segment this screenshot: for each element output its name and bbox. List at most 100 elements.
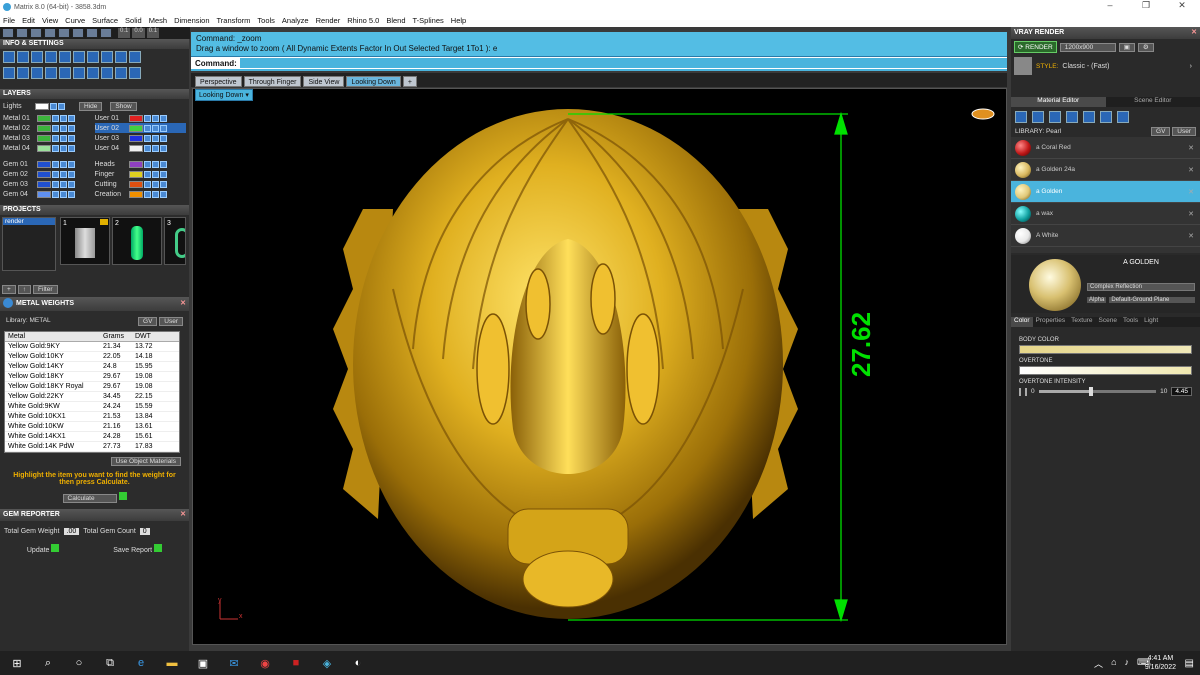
lock-icon[interactable]	[143, 160, 151, 168]
lock-icon[interactable]	[52, 114, 59, 122]
layer-swatch[interactable]	[37, 160, 51, 168]
up-icon[interactable]: ↑	[17, 285, 32, 294]
save-view-icon[interactable]	[115, 51, 127, 63]
list-item[interactable]: a Golden 24a ✕	[1011, 159, 1200, 181]
select-icon[interactable]	[159, 114, 167, 122]
search-icon[interactable]: ⌕	[37, 651, 59, 675]
go-icon[interactable]	[118, 492, 127, 500]
calculate-button[interactable]: Calculate	[62, 494, 117, 503]
new-file-icon[interactable]	[2, 28, 14, 38]
lock-icon[interactable]	[143, 180, 151, 188]
intensity-slider[interactable]	[1038, 387, 1157, 396]
export-icon[interactable]	[129, 67, 141, 79]
table-row[interactable]: Yellow Gold:14KY 24.8 15.95	[5, 362, 179, 372]
layer-swatch[interactable]	[37, 180, 51, 188]
menu-curve[interactable]: Curve	[65, 16, 85, 25]
table-row[interactable]: Yellow Gold:18KY 29.67 19.08	[5, 372, 179, 382]
paint-icon[interactable]	[73, 67, 85, 79]
close-icon[interactable]: ✕	[1188, 232, 1194, 240]
undo-icon[interactable]	[100, 28, 112, 38]
layer-swatch[interactable]	[128, 124, 143, 132]
tab-tools[interactable]: Tools	[1120, 317, 1141, 327]
lock-icon[interactable]	[143, 190, 151, 198]
user-button[interactable]: User	[159, 317, 183, 326]
layer-swatch[interactable]	[37, 134, 51, 142]
chrome-icon[interactable]: ◉	[254, 651, 276, 675]
select-icon[interactable]	[159, 180, 167, 188]
command-input[interactable]	[239, 58, 1007, 68]
layer-row[interactable]: User 02	[94, 123, 186, 133]
project-item[interactable]: render	[3, 218, 55, 225]
lock-icon[interactable]	[52, 144, 59, 152]
command-line[interactable]: Command:	[191, 56, 1007, 69]
close-icon[interactable]: ✕	[1188, 210, 1194, 218]
mail-icon[interactable]: ✉	[223, 651, 245, 675]
style-dropdown[interactable]: Classic - (Fast)	[1062, 63, 1109, 70]
camera-icon[interactable]	[59, 67, 71, 79]
select-icon[interactable]	[68, 160, 75, 168]
tool-field-3[interactable]: 0.1	[146, 28, 160, 38]
save-report-button[interactable]: Save Report	[113, 544, 163, 554]
show-button[interactable]: Show	[110, 101, 137, 111]
col-metal[interactable]: Metal	[5, 332, 101, 341]
hide-button[interactable]: Hide	[79, 101, 103, 111]
use-object-materials-checkbox[interactable]: Use Object Materials	[110, 457, 181, 466]
eye-icon[interactable]	[60, 160, 67, 168]
lock-icon[interactable]	[143, 134, 151, 142]
layer-row[interactable]: Gem 02	[3, 169, 95, 179]
layout-icon[interactable]	[3, 67, 15, 79]
grid-icon[interactable]	[101, 51, 113, 63]
menu-surface[interactable]: Surface	[92, 16, 118, 25]
table-row[interactable]: Yellow Gold:9KY 21.34 13.72	[5, 342, 179, 352]
update-button[interactable]: Update	[27, 544, 60, 554]
pencil-icon[interactable]	[87, 67, 99, 79]
reflection-dropdown[interactable]: Complex Reflection	[1087, 283, 1195, 291]
project-thumb[interactable]: 2	[112, 217, 162, 265]
select-icon[interactable]	[68, 144, 75, 152]
tab-properties[interactable]: Properties	[1033, 317, 1069, 327]
matrix-icon[interactable]: ◈	[316, 651, 338, 675]
menu-file[interactable]: File	[3, 16, 15, 25]
light-icon[interactable]	[1117, 111, 1129, 123]
eye-icon[interactable]	[60, 114, 67, 122]
gear-icon[interactable]: ⚙	[1137, 42, 1154, 52]
tool-field-1[interactable]: 0.1	[118, 28, 131, 38]
layer-swatch[interactable]	[37, 114, 51, 122]
eye-icon[interactable]	[151, 180, 159, 188]
layer-swatch[interactable]	[128, 114, 143, 122]
layer-row[interactable]: Heads	[95, 159, 187, 169]
network-icon[interactable]: ⌂	[1111, 657, 1116, 670]
body-color-slider[interactable]	[1019, 345, 1192, 354]
edge-icon[interactable]: e	[130, 651, 152, 675]
viewport[interactable]: Looking Down ▾ 27.62 y x	[192, 88, 1007, 645]
lock-icon[interactable]	[52, 160, 59, 168]
close-icon[interactable]: ✕	[180, 297, 186, 311]
table-row[interactable]: White Gold:14KX1 24.28 15.61	[5, 432, 179, 442]
gv-button[interactable]: GV	[1151, 126, 1171, 136]
menu-help[interactable]: Help	[451, 16, 466, 25]
save-icon[interactable]	[30, 28, 42, 38]
layer-icon[interactable]	[1100, 111, 1112, 123]
tab-perspective[interactable]: Perspective	[195, 76, 242, 87]
table-row[interactable]: White Gold:10KW 21.16 13.61	[5, 422, 179, 432]
lock-icon[interactable]	[52, 124, 59, 132]
rhino-icon[interactable]: ◐	[347, 651, 369, 675]
grid-icon[interactable]	[1083, 111, 1095, 123]
file-explorer-icon[interactable]: ▬	[161, 651, 183, 675]
project-thumb[interactable]: 1	[60, 217, 110, 265]
col-dwt[interactable]: DWT	[133, 332, 171, 341]
chevron-right-icon[interactable]: ›	[1190, 63, 1192, 70]
layer-row[interactable]: Finger	[95, 169, 187, 179]
orientation-icon[interactable]	[971, 108, 995, 120]
box-icon[interactable]	[45, 51, 57, 63]
lock-icon[interactable]	[143, 114, 151, 122]
close-icon[interactable]: ✕	[180, 509, 186, 521]
lock-icon[interactable]	[52, 190, 59, 198]
select-icon[interactable]	[68, 180, 75, 188]
menu-render[interactable]: Render	[316, 16, 341, 25]
camera-icon[interactable]: ▣	[1118, 42, 1135, 52]
eye-icon[interactable]	[60, 180, 67, 188]
layer-row[interactable]: Gem 03	[3, 179, 95, 189]
cube-icon[interactable]	[31, 67, 43, 79]
menu-tools[interactable]: Tools	[257, 16, 275, 25]
